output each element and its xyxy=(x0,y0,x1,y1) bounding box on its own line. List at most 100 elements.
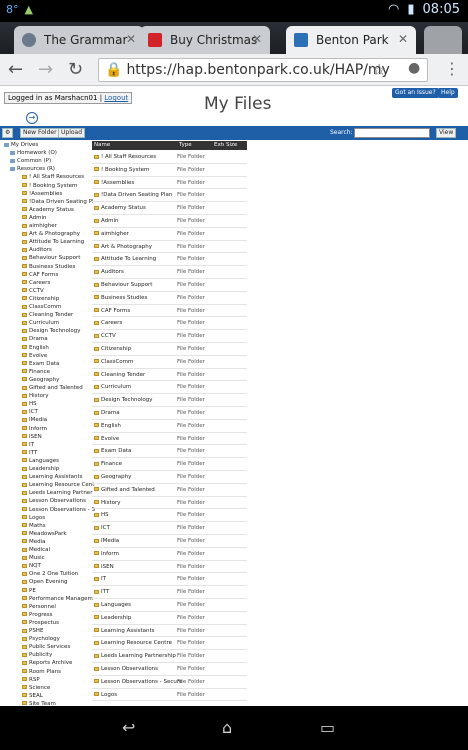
tree-item[interactable]: Art & Photography xyxy=(22,231,80,238)
tree-item[interactable]: Personnel xyxy=(22,604,56,611)
tree-item[interactable]: Learning Assistants xyxy=(22,474,83,481)
table-row[interactable]: Leadership File Folder xyxy=(92,612,247,625)
tree-item[interactable]: Reports Archive xyxy=(22,660,72,667)
arrow-circle-icon[interactable]: → xyxy=(26,112,38,124)
help-button[interactable]: Help xyxy=(438,88,458,98)
tree-item[interactable]: Behaviour Support xyxy=(22,255,80,262)
tree-item[interactable]: Lesson Observations xyxy=(22,498,86,505)
table-row[interactable]: Cleaning Tender File Folder xyxy=(92,369,247,382)
tree-item[interactable]: Common (P) xyxy=(10,158,51,165)
table-row[interactable]: ISEN File Folder xyxy=(92,561,247,574)
tree-item[interactable]: PE xyxy=(22,588,36,595)
home-nav-icon[interactable]: ⌂ xyxy=(222,718,232,737)
tree-item[interactable]: Design Technology xyxy=(22,328,81,335)
tree-item[interactable]: MeadowsPark xyxy=(22,531,67,538)
table-row[interactable]: ClassComm File Folder xyxy=(92,356,247,369)
tree-item[interactable]: Medical xyxy=(22,547,50,554)
tree-item[interactable]: CCTV xyxy=(22,288,44,295)
table-row[interactable]: Languages File Folder xyxy=(92,599,247,612)
table-row[interactable]: Leeds Learning Partnership File Folder xyxy=(92,650,247,663)
tree-item[interactable]: Science xyxy=(22,685,50,692)
tree-item[interactable]: NQT xyxy=(22,563,41,570)
logout-link[interactable]: Logout xyxy=(104,94,128,102)
tree-item[interactable]: Public Services xyxy=(22,644,70,651)
recents-nav-icon[interactable]: ▭ xyxy=(320,718,335,737)
tree-item[interactable]: Exam Data xyxy=(22,361,59,368)
table-row[interactable]: Evolve File Folder xyxy=(92,433,247,446)
table-row[interactable]: Behaviour Support File Folder xyxy=(92,279,247,292)
tree-item[interactable]: Leadership xyxy=(22,466,59,473)
close-icon[interactable]: ✕ xyxy=(126,32,136,46)
upload-button[interactable]: Upload xyxy=(58,128,86,138)
tree-item[interactable]: Maths xyxy=(22,523,46,530)
tree-item[interactable]: Progress xyxy=(22,612,52,619)
table-row[interactable]: Lesson Observations - Secure File Folder xyxy=(92,676,247,689)
mic-icon[interactable]: ● xyxy=(408,60,420,76)
tree-item[interactable]: Resources (R) xyxy=(10,166,55,173)
view-button[interactable]: View xyxy=(436,128,457,138)
tree-item[interactable]: Gifted and Talented xyxy=(22,385,83,392)
tree-item[interactable]: Evolve xyxy=(22,353,47,360)
table-row[interactable]: Admin File Folder xyxy=(92,215,247,228)
tree-item[interactable]: Attitude To Learning xyxy=(22,239,84,246)
table-row[interactable]: Drama File Folder xyxy=(92,407,247,420)
table-row[interactable]: IT File Folder xyxy=(92,573,247,587)
tree-item[interactable]: ICT xyxy=(22,409,38,416)
tree-item[interactable]: Academy Status xyxy=(22,207,74,214)
tree-item[interactable]: Citizenship xyxy=(22,296,59,303)
table-row[interactable]: English File Folder xyxy=(92,420,247,433)
tree-item[interactable]: Finance xyxy=(22,369,50,376)
table-row[interactable]: Design Technology File Folder xyxy=(92,394,247,407)
tree-item[interactable]: ! Booking System xyxy=(22,183,77,190)
tree-item[interactable]: Business Studies xyxy=(22,264,75,271)
tree-item[interactable]: Leeds Learning Partner xyxy=(22,490,92,497)
table-row[interactable]: aimhigher File Folder xyxy=(92,228,247,241)
column-header-type[interactable]: Type xyxy=(177,141,212,150)
tree-item[interactable]: ClassComm xyxy=(22,304,61,311)
tree-item[interactable]: Careers xyxy=(22,280,50,287)
new-folder-button[interactable]: New Folder xyxy=(20,128,60,138)
table-row[interactable]: Academy Status File Folder xyxy=(92,202,247,215)
menu-icon[interactable]: ⋮ xyxy=(444,59,460,78)
table-row[interactable]: !Assemblies File Folder xyxy=(92,177,247,190)
table-row[interactable]: Lesson Observations File Folder xyxy=(92,663,247,676)
table-row[interactable]: Attitude To Learning File Folder xyxy=(92,253,247,267)
tree-item[interactable]: ISEN xyxy=(22,434,42,441)
table-row[interactable]: CAF Forms File Folder xyxy=(92,305,247,318)
table-row[interactable]: ! All Staff Resources File Folder xyxy=(92,151,247,164)
tree-item[interactable]: SEAL xyxy=(22,693,43,700)
close-icon[interactable]: ✕ xyxy=(252,32,262,46)
tree-item[interactable]: One 2 One Tuition xyxy=(22,571,78,578)
table-row[interactable]: ICT File Folder xyxy=(92,522,247,535)
forward-icon[interactable]: → xyxy=(38,59,53,80)
tree-item[interactable]: Music xyxy=(22,555,45,562)
tree-item[interactable]: IMedia xyxy=(22,417,47,424)
tree-item[interactable]: !Assemblies xyxy=(22,191,62,198)
tree-item[interactable]: Open Evening xyxy=(22,579,68,586)
tree-item[interactable]: !Data Driven Seating Pl xyxy=(22,199,93,206)
tree-item[interactable]: Lesson Observations - S xyxy=(22,507,95,514)
settings-icon[interactable]: ⚙ xyxy=(2,128,14,138)
table-row[interactable]: Exam Data File Folder xyxy=(92,445,247,459)
search-input[interactable] xyxy=(354,128,430,138)
tree-item[interactable]: ! All Staff Resources xyxy=(22,174,84,181)
tree-item[interactable]: PSHE xyxy=(22,628,43,635)
tree-item[interactable]: My Drives xyxy=(4,142,38,149)
table-row[interactable]: ! Booking System File Folder xyxy=(92,164,247,177)
close-icon[interactable]: ✕ xyxy=(398,32,408,46)
issue-button[interactable]: Got an Issue? xyxy=(392,88,439,98)
new-tab-button[interactable] xyxy=(424,26,462,54)
tree-item[interactable]: Prospectus xyxy=(22,620,59,627)
table-row[interactable]: Citizenship File Folder xyxy=(92,343,247,356)
tree-item[interactable]: Cleaning Tender xyxy=(22,312,73,319)
table-row[interactable]: Auditors File Folder xyxy=(92,266,247,279)
tree-item[interactable]: Psychology xyxy=(22,636,60,643)
table-row[interactable]: Finance File Folder xyxy=(92,458,247,471)
table-row[interactable]: History File Folder xyxy=(92,497,247,510)
tree-item[interactable]: RSP xyxy=(22,677,40,684)
tree-item[interactable]: Performance Managem xyxy=(22,596,93,603)
column-header-size[interactable]: Size xyxy=(224,141,247,150)
column-header-name[interactable]: Name xyxy=(92,141,177,150)
tree-item[interactable]: CAF Forms xyxy=(22,272,58,279)
table-row[interactable]: Business Studies File Folder xyxy=(92,292,247,305)
